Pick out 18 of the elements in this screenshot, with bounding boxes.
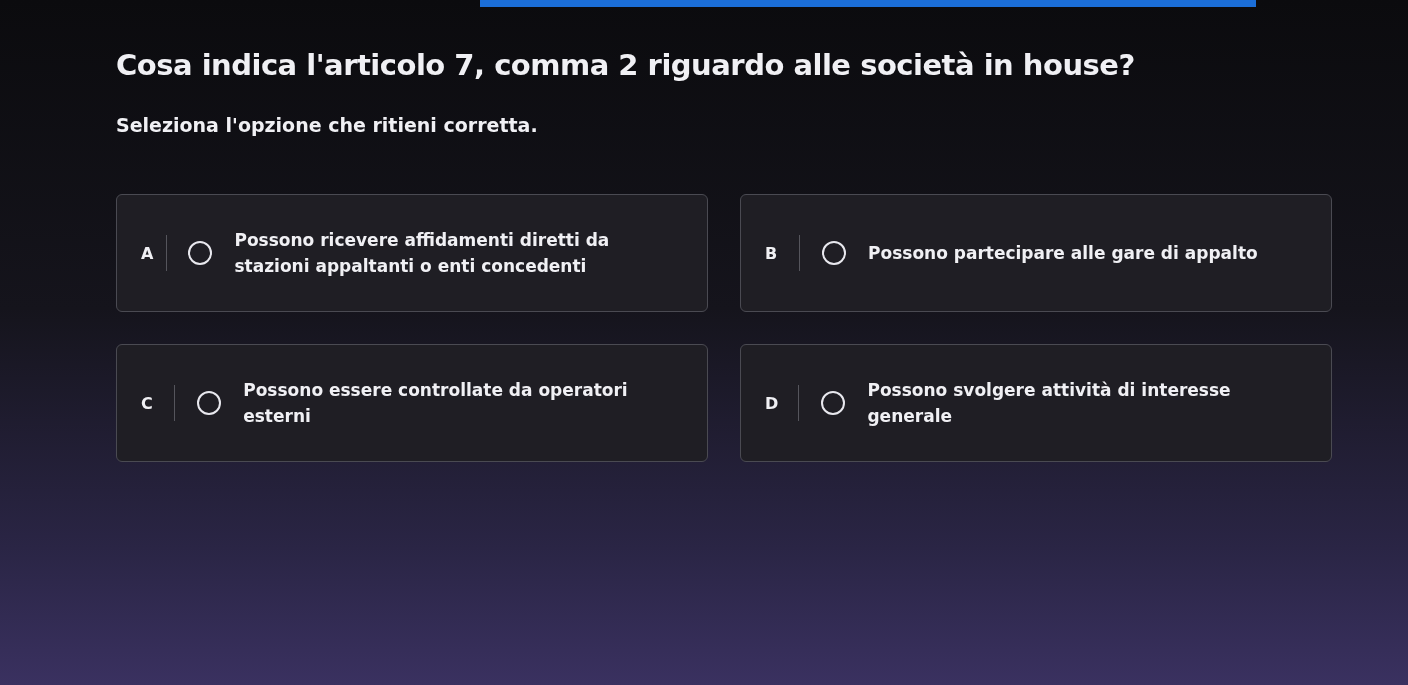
option-letter: A: [141, 243, 155, 263]
radio-button[interactable]: [822, 241, 846, 265]
option-letter: D: [765, 393, 780, 413]
question-title: Cosa indica l'articolo 7, comma 2 riguardo alle società in house?: [116, 48, 1136, 82]
radio-button[interactable]: [821, 391, 846, 415]
option-letter: C: [141, 393, 154, 413]
instruction-text: Seleziona l'opzione che ritieni corretta.: [116, 114, 539, 136]
option-text: Possono svolgere attività di interesse generale: [867, 378, 1232, 428]
answer-option[interactable]: C Possono essere controllate da operatori esterni: [116, 344, 708, 462]
option-text: Possono ricevere affidamenti diretti da stazioni appaltanti o enti concedenti: [234, 228, 611, 278]
option-letter: B: [765, 243, 779, 263]
radio-button[interactable]: [197, 391, 222, 415]
answer-option[interactable]: A Possono ricevere affidamenti diretti da stazioni appaltanti o enti concedenti: [116, 194, 708, 312]
answer-option[interactable]: B Possono partecipare alle gare di appalto: [740, 194, 1332, 312]
option-text: Possono essere controllate da operatori esterni: [243, 378, 629, 428]
answer-option[interactable]: D Possono svolgere attività di interesse generale: [740, 344, 1332, 462]
radio-button[interactable]: [188, 241, 213, 265]
option-text: Possono partecipare alle gare di appalto: [868, 241, 1258, 265]
